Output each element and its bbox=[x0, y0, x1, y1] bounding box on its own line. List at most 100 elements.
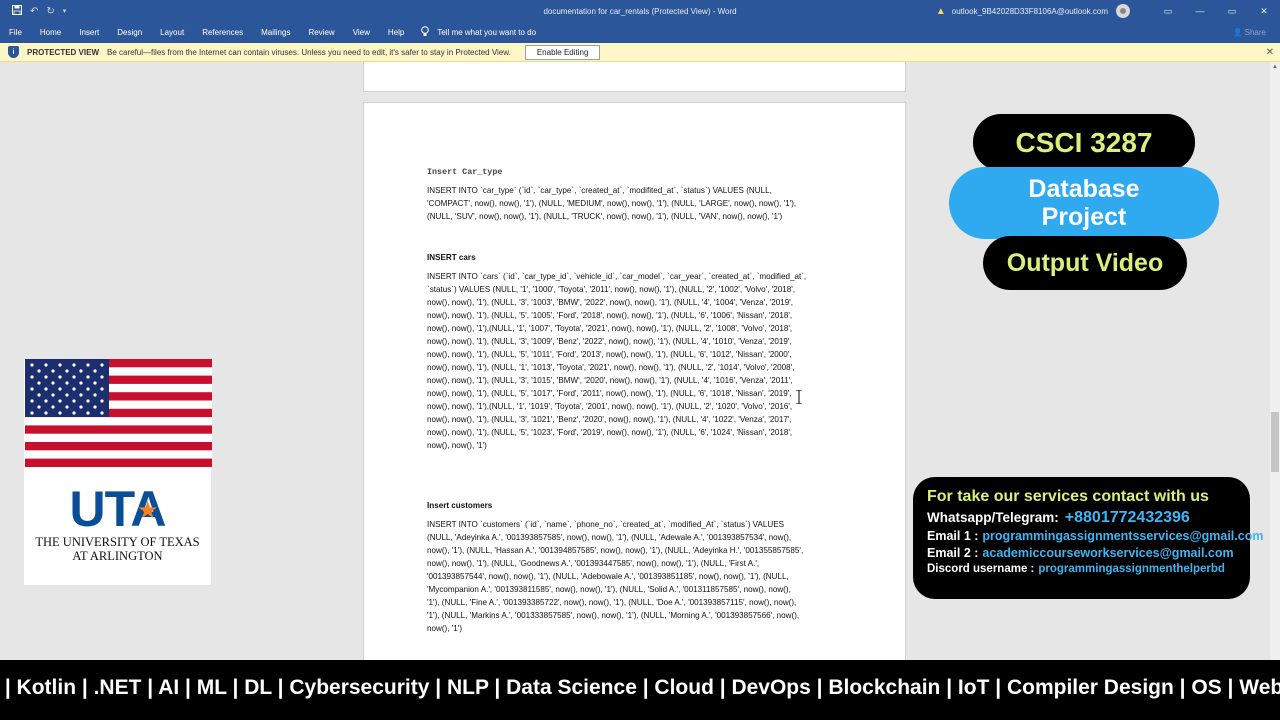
discord-label: Discord username : bbox=[927, 563, 1035, 575]
sql-car-type: INSERT INTO `car_type` (`id`, `car_type`… bbox=[427, 184, 847, 223]
uta-name-line-1: THE UNIVERSITY OF TEXAS bbox=[35, 535, 200, 549]
text-line: '1'), (NULL, 'Fine A.', '001393385722', … bbox=[427, 598, 797, 607]
uta-wordmark: UTA bbox=[69, 481, 166, 537]
tell-me-label: Tell me what you want to do bbox=[437, 28, 537, 37]
tab-design[interactable]: Design bbox=[108, 28, 151, 37]
share-label: Share bbox=[1244, 28, 1266, 37]
text-line: now(), '1'), (NULL, 'Hassan A.', '001394… bbox=[427, 546, 804, 555]
customize-qat-icon[interactable]: ▾ bbox=[63, 7, 67, 15]
project-badge: Database Project bbox=[949, 167, 1219, 239]
protected-view-message: Be careful—files from the Internet can c… bbox=[107, 47, 511, 57]
scroll-up-icon[interactable]: ▲ bbox=[1272, 64, 1278, 70]
us-flag-icon bbox=[25, 359, 212, 467]
avatar[interactable] bbox=[1116, 4, 1130, 18]
lightbulb-icon bbox=[421, 26, 430, 39]
uta-logo-panel: UTA THE UNIVERSITY OF TEXAS AT ARLINGTON… bbox=[24, 359, 212, 585]
text-line: `status`) VALUES (NULL, '1', '1000', 'To… bbox=[427, 285, 796, 294]
minimize-button[interactable]: — bbox=[1184, 0, 1216, 22]
protected-view-bar: i PROTECTED VIEW Be careful—files from t… bbox=[0, 43, 1280, 62]
text-line: now(), now(), '1'), (NULL, '5', '1005', … bbox=[427, 311, 793, 320]
account-name[interactable]: outlook_9B42028D33F8106A@outlook.com bbox=[952, 7, 1108, 16]
undo-icon[interactable]: ↶ bbox=[30, 6, 38, 17]
text-line: now(), now(), '1'), (NULL, 'Goodnews A.'… bbox=[427, 559, 760, 568]
ticker-text: t | Kotlin | .NET | AI | ML | DL | Cyber… bbox=[0, 676, 1280, 699]
vertical-scrollbar[interactable] bbox=[1270, 62, 1280, 660]
project-line-2: Project bbox=[1041, 203, 1127, 231]
tab-review[interactable]: Review bbox=[299, 28, 343, 37]
output-video-badge: Output Video bbox=[983, 236, 1187, 290]
text-line: now(), now(), '1'),(NULL, '1', '1007', '… bbox=[427, 324, 793, 333]
heading-insert-customers: Insert customers bbox=[427, 501, 493, 510]
text-line: (NULL, 'SUV', now(), now(), '1'), (NULL,… bbox=[427, 212, 783, 221]
uta-name-line-2: AT ARLINGTON bbox=[72, 549, 163, 563]
warning-icon[interactable]: ▲ bbox=[936, 6, 946, 17]
person-icon: 👤 bbox=[1232, 28, 1243, 37]
sql-cars: INSERT INTO `cars` (`id`, `car_type_id`,… bbox=[427, 270, 847, 452]
share-button[interactable]: 👤 Share bbox=[1232, 28, 1266, 37]
text-line: now(), now(), '1'), (NULL, '3', '1003', … bbox=[427, 298, 794, 307]
protected-view-label: PROTECTED VIEW bbox=[27, 47, 100, 57]
text-line: 'COMPACT', now(), now(), '1'), (NULL, 'M… bbox=[427, 199, 797, 208]
email2-value: academiccourseworkservices@gmail.com bbox=[982, 546, 1234, 560]
ribbon-tabs: File Home Insert Design Layout Reference… bbox=[0, 22, 1280, 43]
email2-label: Email 2 : bbox=[927, 546, 979, 560]
title-bar: ↶ ↻ ▾ documentation for car_rentals (Pro… bbox=[0, 0, 1280, 22]
text-line: INSERT INTO `customers` (`id`, `name`, `… bbox=[427, 520, 784, 529]
restore-button[interactable]: ▭ bbox=[1216, 0, 1248, 22]
document-page[interactable]: Insert Car_type INSERT INTO `car_type` (… bbox=[363, 102, 906, 662]
email1-value: programmingassignmentsservices@gmail.com bbox=[982, 529, 1264, 543]
shield-icon: i bbox=[8, 46, 19, 58]
whatsapp-value: +8801772432396 bbox=[1064, 509, 1190, 526]
whatsapp-label: Whatsapp/Telegram: bbox=[927, 510, 1059, 525]
contact-email1-row: Email 1 : programmingassignmentsservices… bbox=[927, 529, 1263, 543]
ribbon-display-options-icon[interactable]: ▭ bbox=[1152, 0, 1184, 22]
project-line-1: Database bbox=[1028, 175, 1140, 203]
text-line: now(), now(), '1') bbox=[427, 441, 487, 450]
contact-email2-row: Email 2 : academiccourseworkservices@gma… bbox=[927, 546, 1250, 560]
text-line: '1'), (NULL, 'Markins A.', '001333857585… bbox=[427, 611, 800, 620]
heading-insert-car-type: Insert Car_type bbox=[427, 167, 503, 177]
email1-label: Email 1 : bbox=[927, 529, 979, 543]
close-button[interactable]: ✕ bbox=[1248, 0, 1280, 22]
text-line: (NULL, 'Adeyinka A.', '001393857585', no… bbox=[427, 533, 792, 542]
text-line: now(), now(), '1'), (NULL, '5', '1011', … bbox=[427, 350, 792, 359]
close-icon[interactable]: ✕ bbox=[1266, 47, 1274, 58]
tab-mailings[interactable]: Mailings bbox=[252, 28, 299, 37]
text-line: now(), now(), '1'),(NULL, '1', '1019', '… bbox=[427, 402, 793, 411]
tab-home[interactable]: Home bbox=[31, 28, 70, 37]
tell-me-search[interactable]: Tell me what you want to do bbox=[421, 26, 536, 39]
discord-value: programmingassignmenthelperbd bbox=[1038, 563, 1225, 575]
text-line: now(), now(), '1'), (NULL, '1', '1013', … bbox=[427, 363, 795, 372]
tab-insert[interactable]: Insert bbox=[70, 28, 108, 37]
tab-layout[interactable]: Layout bbox=[151, 28, 193, 37]
text-line: '001393857544', now(), now(), '1'), (NUL… bbox=[427, 572, 789, 581]
contact-whatsapp-row: Whatsapp/Telegram: +8801772432396 bbox=[927, 509, 1250, 527]
text-cursor-icon bbox=[796, 389, 802, 405]
title-bar-right: ▲ outlook_9B42028D33F8106A@outlook.com ▭… bbox=[936, 0, 1280, 22]
tab-help[interactable]: Help bbox=[379, 28, 413, 37]
redo-icon[interactable]: ↻ bbox=[46, 6, 54, 17]
heading-insert-cars: INSERT cars bbox=[427, 253, 476, 262]
contact-panel: For take our services contact with us Wh… bbox=[913, 477, 1263, 599]
sql-customers: INSERT INTO `customers` (`id`, `name`, `… bbox=[427, 518, 847, 635]
save-icon[interactable] bbox=[12, 4, 22, 18]
tab-references[interactable]: References bbox=[193, 28, 252, 37]
quick-access-toolbar: ↶ ↻ ▾ bbox=[0, 4, 200, 18]
contact-discord-row: Discord username : programmingassignment… bbox=[927, 563, 1250, 575]
scrollbar-thumb[interactable] bbox=[1271, 412, 1279, 472]
text-line: now(), now(), '1'), (NULL, '3', '1009', … bbox=[427, 337, 792, 346]
uta-logo: UTA THE UNIVERSITY OF TEXAS AT ARLINGTON bbox=[24, 483, 211, 563]
text-line: 'Mycompanion A.', '001393811585', now(),… bbox=[427, 585, 791, 594]
tab-view[interactable]: View bbox=[344, 28, 379, 37]
contact-title: For take our services contact with us bbox=[927, 488, 1209, 505]
enable-editing-button[interactable]: Enable Editing bbox=[524, 44, 601, 60]
bottom-ticker: t | Kotlin | .NET | AI | ML | DL | Cyber… bbox=[0, 660, 1280, 720]
text-line: now(), now(), '1'), (NULL, '5', '1023', … bbox=[427, 428, 793, 437]
tab-file[interactable]: File bbox=[0, 28, 31, 37]
previous-page bbox=[363, 62, 906, 92]
text-line: INSERT INTO `cars` (`id`, `car_type_id`,… bbox=[427, 272, 807, 281]
course-badge: CSCI 3287 bbox=[973, 114, 1195, 171]
star-icon: ★ bbox=[137, 497, 159, 524]
text-line: now(), now(), '1'), (NULL, '5', '1017', … bbox=[427, 389, 792, 398]
text-line: now(), '1') bbox=[427, 624, 463, 633]
